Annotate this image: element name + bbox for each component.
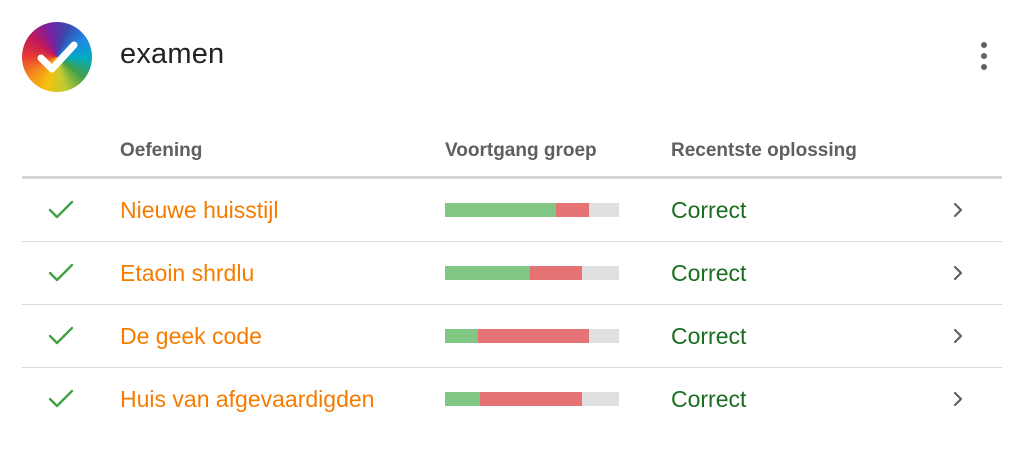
card-header: examen [22,22,1002,94]
chevron-right-icon[interactable] [951,327,965,345]
exercise-table: Oefening Voortgang groep Recentste oplos… [22,126,1002,430]
column-header-latest-solution: Recentste oplossing [671,126,931,179]
page-title: examen [120,38,225,70]
progress-wrong-segment [479,392,583,406]
latest-solution-status: Correct [671,385,747,412]
column-header-status [22,126,120,179]
progress-correct-segment [445,266,531,280]
latest-solution-status: Correct [671,196,747,223]
check-icon [48,326,74,345]
table-header-row: Oefening Voortgang groep Recentste oplos… [22,126,1002,179]
table-row[interactable]: Huis van afgevaardigden Correct [22,368,1002,431]
exercise-link[interactable]: De geek code [120,323,262,349]
exercise-link[interactable]: Nieuwe huisstijl [120,197,279,223]
check-icon [48,263,74,282]
latest-solution-status: Correct [671,259,747,286]
rainbow-check-logo-icon [22,22,92,92]
group-progress-bar [445,392,619,406]
exercise-link[interactable]: Etaoin shrdlu [120,260,254,286]
group-progress-bar [445,329,619,343]
chevron-right-icon[interactable] [951,390,965,408]
more-vert-icon[interactable] [976,42,992,76]
column-header-arrow [931,126,1002,179]
exercise-link[interactable]: Huis van afgevaardigden [120,386,374,412]
progress-correct-segment [445,392,480,406]
column-header-group-progress: Voortgang groep [445,126,671,179]
group-progress-bar [445,203,619,217]
exam-card: examen Oefening Voortgang groep Recentst… [0,0,1024,453]
progress-wrong-segment [556,203,590,217]
group-progress-bar [445,266,619,280]
progress-correct-segment [445,203,557,217]
progress-wrong-segment [478,329,590,343]
checkmark-icon [37,41,78,73]
table-row[interactable]: De geek code Correct [22,304,1002,368]
latest-solution-status: Correct [671,322,747,349]
progress-correct-segment [445,329,479,343]
column-header-exercise: Oefening [120,126,445,179]
table-row[interactable]: Nieuwe huisstijl Correct [22,177,1002,242]
chevron-right-icon[interactable] [951,264,965,282]
chevron-right-icon[interactable] [951,201,965,219]
check-icon [48,389,74,408]
progress-wrong-segment [530,266,583,280]
check-icon [48,200,74,219]
table-row[interactable]: Etaoin shrdlu Correct [22,241,1002,305]
